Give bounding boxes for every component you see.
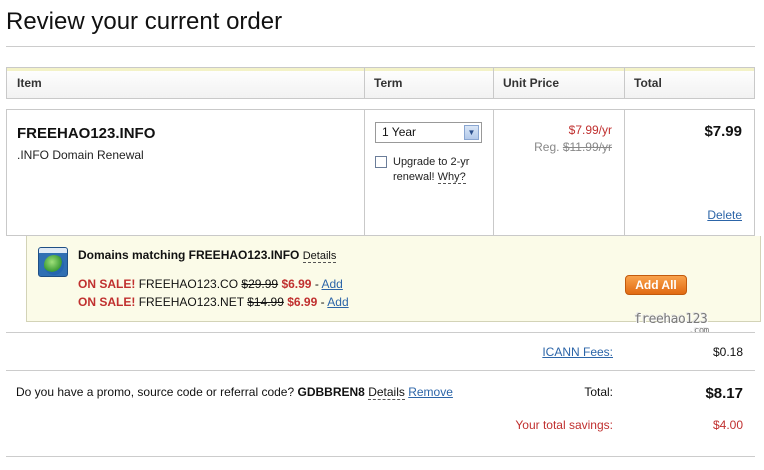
add-suggestion-link[interactable]: Add	[327, 295, 348, 309]
suggestion-item: ON SALE! FREEHAO123.CO $29.99 $6.99 - Ad…	[78, 277, 343, 291]
summary-divider	[6, 456, 755, 457]
term-select[interactable]: 1 Year ▼	[375, 122, 482, 143]
summary-divider	[6, 332, 755, 333]
promo-code: GDBBREN8	[297, 385, 365, 399]
header-item: Item	[17, 76, 42, 90]
promo-code-line: Do you have a promo, source code or refe…	[16, 385, 453, 400]
unit-regular-price: Reg. $11.99/yr	[534, 140, 612, 154]
page-title: Review your current order	[6, 8, 283, 35]
item-description: .INFO Domain Renewal	[17, 148, 144, 162]
order-total-value: $8.17	[705, 385, 743, 402]
globe-window-icon	[38, 247, 68, 277]
unit-sale-price: $7.99/yr	[568, 123, 612, 137]
watermark-logo: freehao123 .com	[634, 312, 709, 336]
term-selected-value: 1 Year	[382, 125, 417, 139]
icann-fees-link[interactable]: ICANN Fees:	[542, 345, 613, 359]
savings-value: $4.00	[712, 418, 743, 432]
upgrade-checkbox[interactable]	[375, 156, 387, 168]
icann-fees-value: $0.18	[712, 345, 743, 359]
promo-remove-link[interactable]: Remove	[408, 385, 453, 399]
add-all-button[interactable]: Add All	[625, 275, 687, 295]
item-domain-name: FREEHAO123.INFO	[17, 125, 156, 142]
upgrade-label: Upgrade to 2-yr renewal! Why?	[393, 156, 470, 184]
suggestions-details-link[interactable]: Details	[302, 250, 337, 263]
add-suggestion-link[interactable]: Add	[322, 277, 343, 291]
chevron-down-icon[interactable]: ▼	[464, 125, 479, 140]
title-divider	[6, 46, 755, 47]
order-total-label: Total:	[584, 385, 613, 399]
why-link[interactable]: Why?	[437, 171, 466, 184]
order-row: FREEHAO123.INFO .INFO Domain Renewal 1 Y…	[6, 109, 755, 236]
suggestions-title: Domains matching FREEHAO123.INFO Details	[78, 248, 337, 263]
promo-details-link[interactable]: Details	[368, 385, 405, 400]
item-total: $7.99	[704, 123, 742, 140]
savings-label: Your total savings:	[515, 418, 613, 432]
header-total: Total	[634, 76, 662, 90]
summary-divider	[6, 370, 755, 371]
order-table-header: Item Term Unit Price Total	[6, 67, 755, 99]
suggestion-item: ON SALE! FREEHAO123.NET $14.99 $6.99 - A…	[78, 295, 349, 309]
header-unit-price: Unit Price	[503, 76, 560, 90]
header-term: Term	[374, 76, 403, 90]
domain-suggestions-panel: Domains matching FREEHAO123.INFO Details…	[26, 236, 761, 322]
delete-link[interactable]: Delete	[707, 208, 742, 222]
